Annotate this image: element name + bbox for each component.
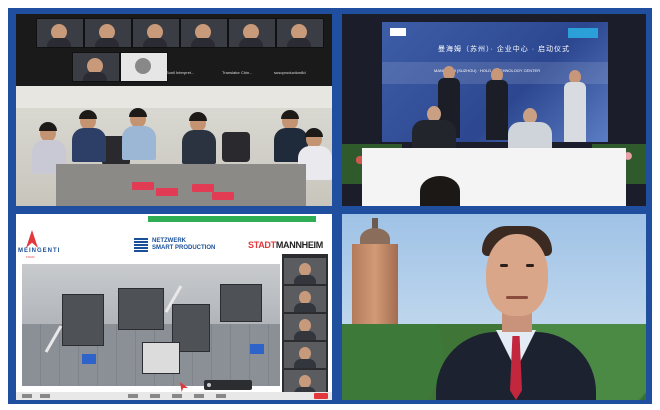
participant-tile[interactable] [276, 18, 324, 48]
record-icon[interactable] [194, 394, 204, 398]
participant-video[interactable] [284, 342, 326, 368]
partner-logo [390, 28, 406, 36]
partner-logo [568, 28, 598, 38]
meingenti-logo-subtext: FOUR [26, 255, 35, 259]
mute-icon[interactable] [22, 394, 32, 398]
participant-sidebar [282, 254, 328, 400]
stadt-mannheim-logo: STADTMANNHEIM [248, 240, 323, 250]
participant-tile[interactable] [84, 18, 132, 48]
name-plate [132, 182, 154, 190]
participant-tile[interactable] [132, 18, 180, 48]
signing-ceremony-photo: 曼海姆（苏州）· 企业中心 · 启动仪式 MANNHEIM (SUZHOU) ·… [342, 14, 646, 206]
participant-tile[interactable] [228, 18, 276, 48]
participant-video[interactable] [284, 258, 326, 284]
participant-tile[interactable] [120, 52, 168, 82]
netzwerk-title: NETZWERK [152, 238, 186, 244]
reactions-icon[interactable] [216, 394, 226, 398]
leave-button[interactable] [314, 393, 328, 399]
speaker-video [342, 214, 646, 400]
participant-tile[interactable] [36, 18, 84, 48]
collage-frame: Sunil Interpret... Translator Chin... su… [8, 8, 652, 404]
meeting-toolbar [16, 392, 332, 400]
name-plate [192, 184, 214, 192]
participant-name: susoproduction8d [274, 70, 306, 75]
signing-table [362, 148, 626, 206]
factory-simulation-view[interactable] [22, 264, 280, 386]
participant-video[interactable] [284, 286, 326, 312]
smart-production-screen-share: MEINGENTI FOUR NETZWERK SMART PRODUCTION… [16, 214, 332, 400]
participant-gallery: Sunil Interpret... Translator Chin... su… [16, 14, 332, 86]
netzwerk-subtitle: SMART PRODUCTION [152, 245, 216, 251]
video-icon[interactable] [40, 394, 50, 398]
video-conference-meeting-room: Sunil Interpret... Translator Chin... su… [16, 14, 332, 206]
audience-head [420, 176, 460, 206]
backdrop-title: 曼海姆（苏州）· 企业中心 · 启动仪式 [438, 46, 570, 53]
participant-tile[interactable] [72, 52, 120, 82]
netzwerk-logo-icon [134, 238, 148, 252]
participants-icon[interactable] [128, 394, 138, 398]
share-screen-icon[interactable] [172, 394, 182, 398]
speaker-head [486, 234, 548, 316]
screen-share-indicator[interactable] [148, 216, 316, 222]
participant-name: Translator Chin... [222, 70, 253, 75]
participant-tile[interactable] [180, 18, 228, 48]
participant-video[interactable] [284, 314, 326, 340]
chat-icon[interactable] [150, 394, 160, 398]
name-plate [212, 192, 234, 200]
conference-table [56, 164, 306, 206]
meingenti-logo-icon [26, 230, 38, 248]
meingenti-logo-text: MEINGENTI [18, 248, 61, 254]
name-plate [156, 188, 178, 196]
meeting-room-view [16, 86, 332, 206]
notification-toast[interactable] [204, 380, 252, 390]
participant-name: Sunil Interpret... [166, 70, 195, 75]
